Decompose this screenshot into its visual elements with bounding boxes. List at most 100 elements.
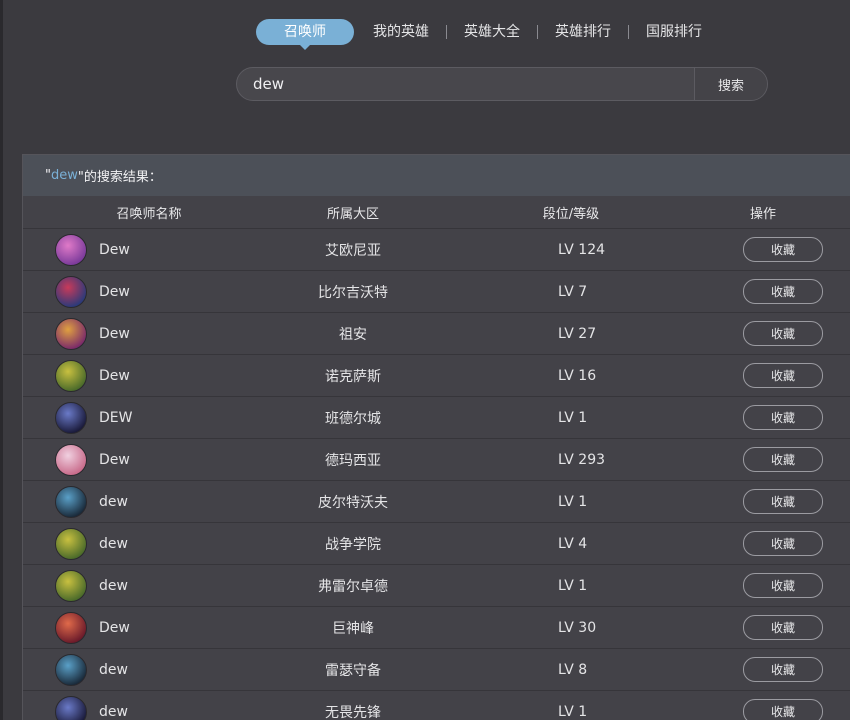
avatar xyxy=(55,233,87,266)
level-cell: LV 124 xyxy=(558,241,606,258)
level-cell: LV 30 xyxy=(558,619,597,636)
summoner-cell: Dew xyxy=(23,611,283,644)
results-panel: " dew "的搜索结果： 召唤师名称 所属大区 段位/等级 操作 Dew 艾欧尼亚 L… xyxy=(22,154,850,720)
favorite-button[interactable]: 收藏 xyxy=(743,573,823,598)
summoner-cell: dew xyxy=(23,569,283,602)
avatar xyxy=(55,401,87,434)
action-cell: 收藏 xyxy=(683,699,850,720)
avatar xyxy=(55,443,87,476)
summoner-name: Dew xyxy=(99,619,130,636)
summoner-cell: Dew xyxy=(23,233,283,266)
table-row: Dew 巨神峰 LV 30 收藏 xyxy=(23,607,850,649)
favorite-button[interactable]: 收藏 xyxy=(743,489,823,514)
table-row: Dew 祖安 LV 27 收藏 xyxy=(23,313,850,355)
summoner-name: Dew xyxy=(99,325,130,342)
favorite-button[interactable]: 收藏 xyxy=(743,657,823,682)
action-cell: 收藏 xyxy=(683,237,850,262)
table-row: dew 弗雷尔卓德 LV 1 收藏 xyxy=(23,565,850,607)
table-row: dew 战争学院 LV 4 收藏 xyxy=(23,523,850,565)
action-cell: 收藏 xyxy=(683,489,850,514)
level-cell: LV 7 xyxy=(558,283,588,300)
summoner-name: dew xyxy=(99,661,128,678)
table-row: Dew 诺克萨斯 LV 16 收藏 xyxy=(23,355,850,397)
favorite-button[interactable]: 收藏 xyxy=(743,363,823,388)
action-cell: 收藏 xyxy=(683,447,850,472)
favorite-button[interactable]: 收藏 xyxy=(743,321,823,346)
avatar xyxy=(55,611,87,644)
favorite-button[interactable]: 收藏 xyxy=(743,699,823,720)
server-cell: 弗雷尔卓德 xyxy=(318,578,388,595)
level-cell: LV 8 xyxy=(558,661,588,678)
table-row: dew 无畏先锋 LV 1 收藏 xyxy=(23,691,850,720)
tab-server-ranking[interactable]: 国服排行 xyxy=(646,19,702,45)
results-keyword: dew xyxy=(50,168,78,183)
summoner-name: dew xyxy=(99,535,128,552)
favorite-button[interactable]: 收藏 xyxy=(743,447,823,472)
results-list: Dew 艾欧尼亚 LV 124 收藏 Dew 比尔吉沃特 LV 7 收藏 Dew 祖安 LV 27 收… xyxy=(23,229,850,720)
results-title-suffix: "的搜索结果： xyxy=(77,170,162,185)
action-cell: 收藏 xyxy=(683,321,850,346)
avatar xyxy=(55,485,87,518)
summoner-cell: DEW xyxy=(23,401,283,434)
summoner-name: DEW xyxy=(99,409,133,426)
level-cell: LV 1 xyxy=(558,493,588,510)
table-row: Dew 比尔吉沃特 LV 7 收藏 xyxy=(23,271,850,313)
summoner-name: dew xyxy=(99,493,128,510)
favorite-button[interactable]: 收藏 xyxy=(743,279,823,304)
top-nav: 召唤师 我的英雄 英雄大全 英雄排行 国服排行 xyxy=(256,19,702,50)
summoner-cell: Dew xyxy=(23,317,283,350)
table-row: Dew 艾欧尼亚 LV 124 收藏 xyxy=(23,229,850,271)
action-cell: 收藏 xyxy=(683,615,850,640)
server-cell: 比尔吉沃特 xyxy=(318,284,388,301)
action-cell: 收藏 xyxy=(683,363,850,388)
server-cell: 无畏先锋 xyxy=(325,704,381,720)
search-button[interactable]: 搜索 xyxy=(694,68,767,100)
server-cell: 战争学院 xyxy=(325,536,381,553)
left-edge-border xyxy=(0,0,3,720)
table-row: DEW 班德尔城 LV 1 收藏 xyxy=(23,397,850,439)
server-cell: 班德尔城 xyxy=(325,410,381,427)
favorite-button[interactable]: 收藏 xyxy=(743,531,823,556)
server-cell: 艾欧尼亚 xyxy=(325,242,381,259)
level-cell: LV 16 xyxy=(558,367,597,384)
level-cell: LV 1 xyxy=(558,409,588,426)
favorite-button[interactable]: 收藏 xyxy=(743,615,823,640)
server-cell: 德玛西亚 xyxy=(325,452,381,469)
summoner-name: dew xyxy=(99,577,128,594)
table-row: Dew 德玛西亚 LV 293 收藏 xyxy=(23,439,850,481)
app-window: 召唤师 我的英雄 英雄大全 英雄排行 国服排行 搜索 "dew"的搜索结果： 召… xyxy=(0,0,850,720)
favorite-button[interactable]: 收藏 xyxy=(743,405,823,430)
action-cell: 收藏 xyxy=(683,405,850,430)
summoner-cell: dew xyxy=(23,653,283,686)
favorite-button[interactable]: 收藏 xyxy=(743,237,823,262)
server-cell: 雷瑟守备 xyxy=(325,662,381,679)
nav-divider xyxy=(446,25,447,39)
summoner-cell: Dew xyxy=(23,443,283,476)
summoner-name: Dew xyxy=(99,283,130,300)
avatar xyxy=(55,695,87,720)
summoner-name: Dew xyxy=(99,451,130,468)
avatar xyxy=(55,317,87,350)
level-cell: LV 4 xyxy=(558,535,588,552)
summoner-cell: dew xyxy=(23,695,283,720)
avatar xyxy=(55,359,87,392)
action-cell: 收藏 xyxy=(683,531,850,556)
summoner-name: Dew xyxy=(99,367,130,384)
results-title: " dew "的搜索结果： xyxy=(23,155,850,196)
search-bar: 搜索 xyxy=(236,67,768,101)
avatar xyxy=(55,569,87,602)
tab-summoner[interactable]: 召唤师 xyxy=(256,19,354,50)
tab-my-heroes[interactable]: 我的英雄 xyxy=(373,19,429,45)
avatar xyxy=(55,653,87,686)
tab-hero-ranking[interactable]: 英雄排行 xyxy=(555,19,611,45)
tab-hero-encyclopedia[interactable]: 英雄大全 xyxy=(464,19,520,45)
col-header-name: 召唤师名称 xyxy=(116,206,182,222)
table-row: dew 雷瑟守备 LV 8 收藏 xyxy=(23,649,850,691)
avatar xyxy=(55,527,87,560)
search-input[interactable] xyxy=(237,68,694,100)
nav-divider xyxy=(628,25,629,39)
level-cell: LV 27 xyxy=(558,325,597,342)
server-cell: 巨神峰 xyxy=(332,620,374,637)
level-cell: LV 293 xyxy=(558,451,606,468)
summoner-name: dew xyxy=(99,703,128,720)
